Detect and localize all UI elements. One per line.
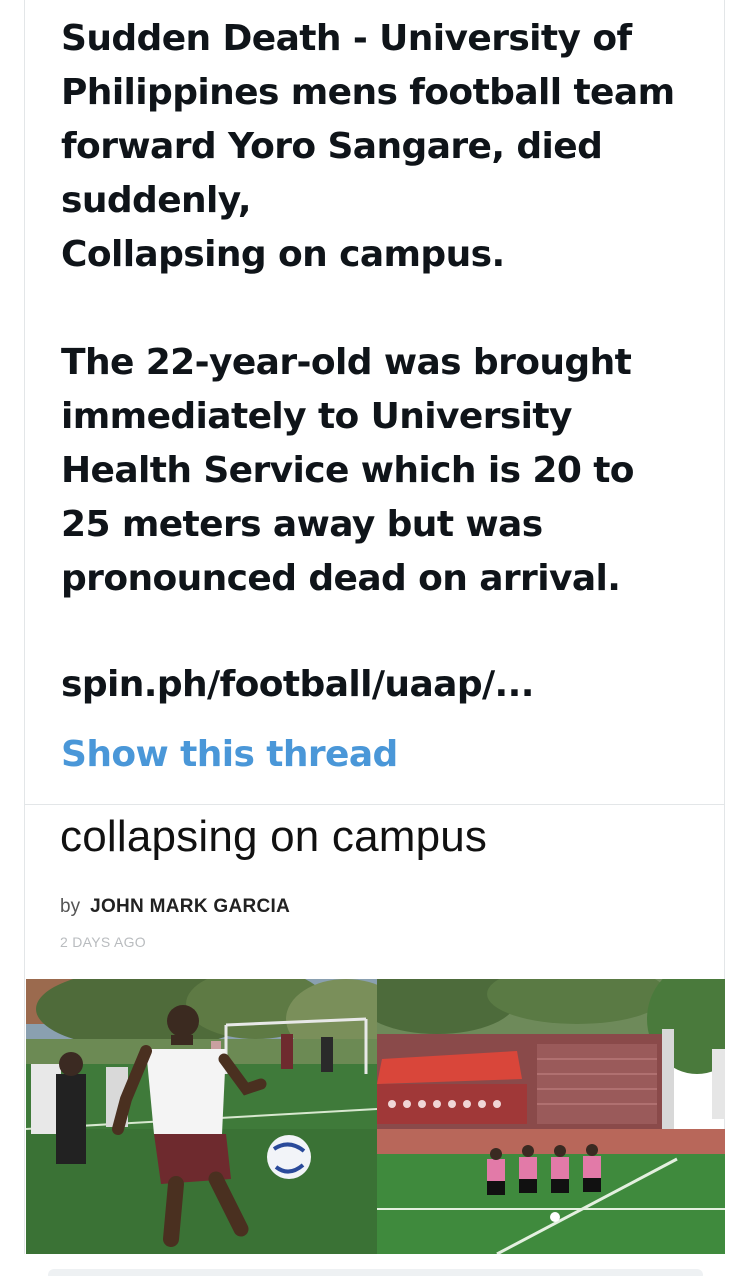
article-author[interactable]: JOHN MARK GARCIA: [90, 896, 290, 917]
tweet-line: pronounced dead on arrival.: [61, 558, 621, 599]
article-image[interactable]: [26, 979, 725, 1254]
article-byline: by JOHN MARK GARCIA: [60, 894, 290, 920]
tweet-line: immediately to University: [61, 396, 573, 437]
tweet-line: 25 meters away but was: [61, 504, 543, 545]
next-tweet-edge: [48, 1269, 703, 1276]
show-thread-link[interactable]: Show this thread: [61, 728, 398, 782]
tweet-line: suddenly,: [61, 180, 252, 221]
byline-label: by: [60, 896, 81, 917]
stadium-photo: [377, 979, 725, 1254]
article-timestamp: 2 DAYS AGO: [60, 934, 146, 950]
tweet-line: Sudden Death - University of: [61, 18, 632, 59]
tweet-card: Sudden Death - University of Philippines…: [24, 0, 725, 1254]
card-divider: [25, 804, 724, 805]
tweet-body: Sudden Death - University of Philippines…: [61, 12, 701, 606]
article-title[interactable]: collapsing on campus: [60, 806, 487, 868]
player-photo: [26, 979, 377, 1254]
tweet-line: The 22-year-old was brought: [61, 342, 632, 383]
tweet-link[interactable]: spin.ph/football/uaap/...: [61, 658, 534, 712]
tweet-line: Health Service which is 20 to: [61, 450, 635, 491]
tweet-line: Collapsing on campus.: [61, 234, 505, 275]
tweet-line: forward Yoro Sangare, died: [61, 126, 603, 167]
tweet-screen: Sudden Death - University of Philippines…: [0, 0, 750, 1276]
tweet-line: Philippines mens football team: [61, 72, 675, 113]
